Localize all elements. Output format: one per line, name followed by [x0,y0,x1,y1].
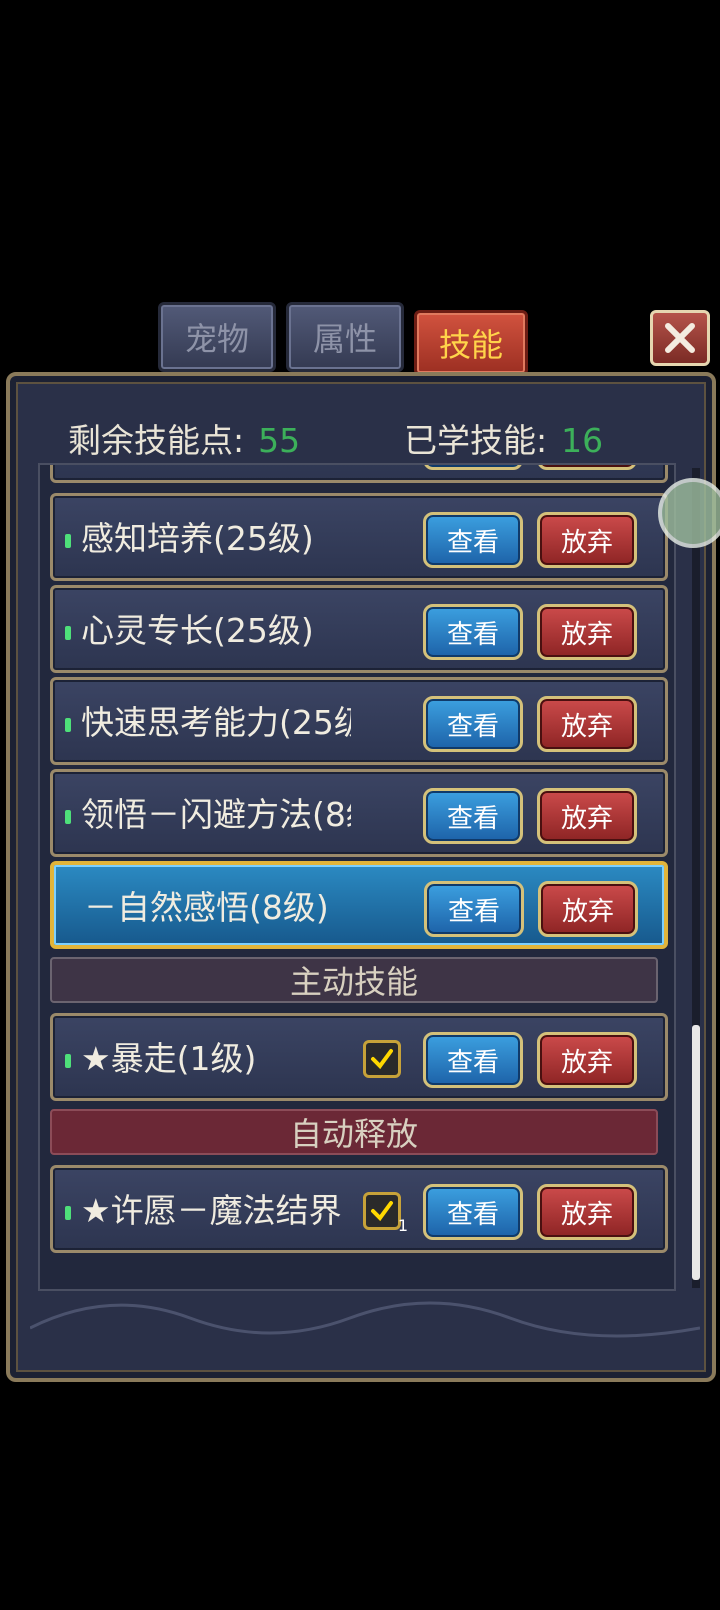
learned-skills-label: 已学技能: [404,421,548,460]
abandon-button[interactable]: 放弃 [537,788,637,844]
tab-attributes[interactable]: 属性 [286,302,404,372]
remaining-points: 剩余技能点: 55 [68,414,300,462]
skill-row[interactable]: ★暴走(1级) 查看 放弃 [50,1013,668,1101]
skill-name: ★暴走(1级) [81,1039,257,1078]
skill-name: 快速思考能力(25级) [81,703,351,742]
skill-row-partial[interactable]: 查看 放弃 [50,465,668,483]
remaining-points-label: 剩余技能点: [68,421,245,460]
auto-cast-checkbox[interactable] [363,1040,401,1078]
view-button[interactable]: 查看 [423,696,523,752]
skill-row[interactable]: 心灵专长(25级) 查看 放弃 [50,585,668,673]
section-header-auto-release: 自动释放 [50,1109,658,1155]
tab-skills[interactable]: 技能 [414,310,528,376]
view-button[interactable]: 查看 [423,604,523,660]
auto-cast-checkbox[interactable]: 1 [363,1192,408,1235]
view-button[interactable]: 查看 [424,881,524,937]
skill-name: 心灵专长(25级) [81,611,314,650]
floating-chat-icon[interactable] [658,478,720,548]
skill-row[interactable]: 领悟－闪避方法(8级) 查看 放弃 [50,769,668,857]
bullet-icon [65,810,71,824]
checkmark-icon [371,1049,393,1070]
skill-name: 领悟－闪避方法(8级) [81,795,351,834]
scrollbar-thumb[interactable] [692,1025,700,1280]
abandon-button[interactable]: 放弃 [537,465,637,470]
skill-row[interactable]: 快速思考能力(25级) 查看 放弃 [50,677,668,765]
skill-name: 感知培养(25级) [81,519,314,558]
view-button[interactable]: 查看 [423,465,523,470]
section-label: 自动释放 [289,1115,418,1153]
skill-name: －自然感悟(8级) [84,888,329,927]
view-button[interactable]: 查看 [423,512,523,568]
abandon-button[interactable]: 放弃 [537,696,637,752]
section-header-active-skills: 主动技能 [50,957,658,1003]
skill-row[interactable]: ★许愿－魔法结界 1 查看 放弃 [50,1165,668,1253]
abandon-button[interactable]: 放弃 [537,1032,637,1088]
panel-ornament [30,1301,700,1338]
skill-name: ★许愿－魔法结界 [81,1191,342,1230]
bullet-icon [65,718,71,732]
close-button[interactable] [650,310,710,366]
abandon-button[interactable]: 放弃 [537,512,637,568]
abandon-button[interactable]: 放弃 [537,1184,637,1240]
bullet-icon [65,1206,71,1220]
checkmark-icon [371,1201,393,1222]
section-label: 主动技能 [289,963,418,1001]
tab-skills-label: 技能 [438,326,503,364]
view-button[interactable]: 查看 [423,1184,523,1240]
learned-skills: 已学技能: 16 [404,414,603,462]
skill-row-selected[interactable]: －自然感悟(8级) 查看 放弃 [50,861,668,949]
close-x-icon [665,323,695,353]
bullet-icon [65,1054,71,1068]
tab-pet-label: 宠物 [184,320,249,358]
tab-pet[interactable]: 宠物 [158,302,276,372]
skill-list[interactable]: 查看 放弃 感知培养(25级) 查看 放弃 心灵专长(25级) 查看 放弃 快速… [38,463,676,1291]
view-button[interactable]: 查看 [423,788,523,844]
bullet-icon [65,534,71,548]
skill-row[interactable]: 感知培养(25级) 查看 放弃 [50,493,668,581]
priority-badge: 1 [397,1216,408,1235]
abandon-button[interactable]: 放弃 [538,881,638,937]
abandon-button[interactable]: 放弃 [537,604,637,660]
tab-attributes-label: 属性 [312,320,377,358]
view-button[interactable]: 查看 [423,1032,523,1088]
learned-skills-value: 16 [561,421,604,460]
remaining-points-value: 55 [258,421,301,460]
bullet-icon [65,626,71,640]
